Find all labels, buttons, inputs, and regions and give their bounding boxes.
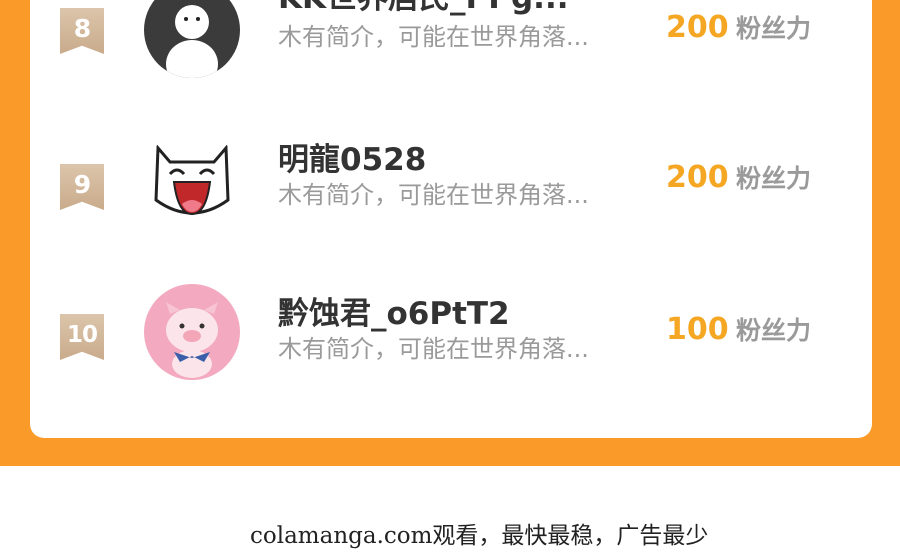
ranking-row[interactable]: 9 明龍0528 木有简介，可能在世界角落... 200 粉丝力: [30, 130, 872, 240]
rank-badge: 8: [60, 8, 104, 54]
fan-score: 200: [666, 160, 729, 195]
pink-pig-avatar-icon[interactable]: [144, 284, 240, 380]
user-name[interactable]: 明龍0528: [278, 140, 608, 180]
ranking-card: 8 KK世界居民_PPg... 木有简介，可能在世界角落... 200 粉丝力 …: [30, 0, 872, 438]
fan-score-unit: 粉丝力: [736, 316, 812, 345]
watermark-footer-text: colamanga.com观看，最快最稳，广告最少: [250, 523, 709, 549]
user-bio: 木有简介，可能在世界角落...: [278, 335, 589, 363]
fan-score-unit: 粉丝力: [736, 14, 812, 43]
ranking-row[interactable]: 8 KK世界居民_PPg... 木有简介，可能在世界角落... 200 粉丝力: [30, 0, 872, 78]
user-name[interactable]: KK世界居民_PPg...: [278, 0, 608, 18]
rank-badge: 10: [60, 314, 104, 360]
laughing-cat-avatar-icon[interactable]: [144, 130, 240, 226]
white-figure-avatar-icon[interactable]: [144, 0, 240, 78]
user-bio: 木有简介，可能在世界角落...: [278, 181, 589, 209]
user-name[interactable]: 黔蚀君_o6PtT2: [278, 294, 608, 334]
user-bio: 木有简介，可能在世界角落...: [278, 23, 589, 51]
fan-score: 100: [666, 312, 729, 347]
rank-badge: 9: [60, 164, 104, 210]
fan-score: 200: [666, 10, 729, 45]
ranking-frame: 8 KK世界居民_PPg... 木有简介，可能在世界角落... 200 粉丝力 …: [0, 0, 900, 466]
ranking-row[interactable]: 10 黔蚀君_o6PtT2 木有简介，可能在世界角落... 100 粉丝力: [30, 284, 872, 394]
fan-score-unit: 粉丝力: [736, 164, 812, 193]
